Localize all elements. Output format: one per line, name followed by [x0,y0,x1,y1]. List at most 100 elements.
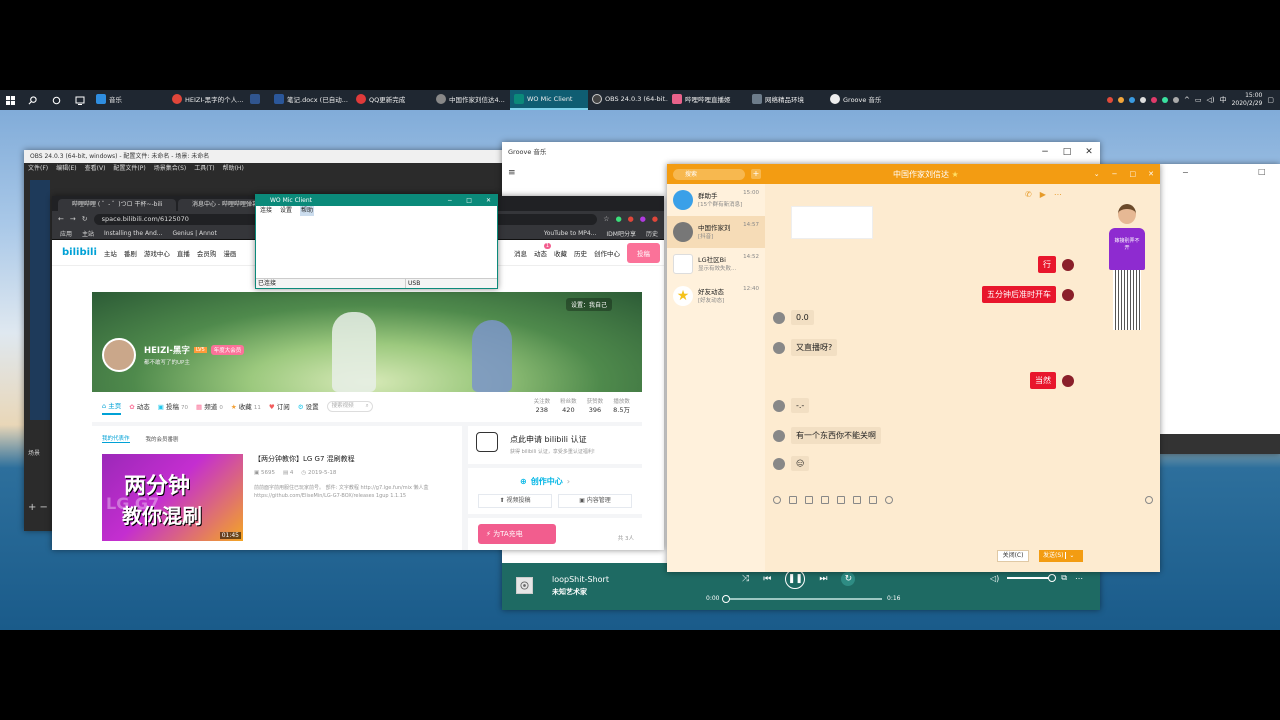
network-icon[interactable]: ▭ [1195,96,1202,104]
screenshot-icon[interactable] [837,496,845,504]
forward-icon[interactable]: → [70,215,76,223]
nav-favorites[interactable]: 收藏 [554,248,567,258]
more-options-icon[interactable]: ⋯ [1075,574,1083,583]
creator-center-link[interactable]: ⊕ 创作中心 › [520,476,570,487]
stat-following[interactable]: 关注数 238 [534,398,551,414]
content-manage-button[interactable]: ▣ 内容管理 [558,494,632,508]
close-button[interactable]: ✕ [1078,142,1100,162]
bookmark-youtube-mp4[interactable]: YouTube to MP4... [544,230,597,237]
minimize-button[interactable]: − [1182,168,1189,177]
task-view-button[interactable] [68,90,92,110]
chevron-down-icon[interactable]: ⌄ [1094,170,1100,178]
extension-icon[interactable]: ● [640,215,646,223]
tray-app-icon[interactable] [1139,97,1146,103]
obs-menu-tools[interactable]: 工具(T) [194,163,214,175]
taskbar-app-obs[interactable]: OBS 24.0.3 (64-bit... [588,90,668,110]
bookmark-star-icon[interactable]: ☆ [603,215,609,223]
bookmark-genius[interactable]: Genius | Annot [172,230,216,237]
video-thumbnail[interactable]: LG G7 两分钟 教你混刷 01:45 [102,454,243,541]
emoji-icon[interactable] [773,496,781,504]
tab-home[interactable]: ⌂ 主页 [102,397,122,415]
nav-main[interactable]: 主站 [104,248,117,258]
tab-channels[interactable]: ▦ 频道 0 [196,401,223,411]
previous-icon[interactable]: ⏮ [763,574,771,584]
back-icon[interactable]: ← [58,215,64,223]
taskbar-app-chrome[interactable]: HEIZI-黑字的个人... [168,90,246,110]
video-title[interactable]: 【两分钟教你】LG G7 混刷教程 [254,454,355,464]
clock[interactable]: 15:00 2020/2/29 [1232,92,1263,108]
maximize-button[interactable]: □ [466,195,472,206]
taskbar-app-womic[interactable]: WO Mic Client [510,90,588,110]
avatar[interactable] [102,338,136,372]
taskbar-app-photoshop[interactable] [246,90,270,110]
phone-icon[interactable]: ✆ [1025,190,1032,199]
chevron-down-icon[interactable]: ⌄ [1065,552,1075,559]
taskbar-app-groove[interactable]: Groove 音乐 [826,90,904,110]
chat-scrollbar[interactable] [1085,188,1089,488]
shuffle-icon[interactable]: ⤨ [742,574,749,584]
banner-settings-button[interactable]: 设置：我自己 [565,298,612,311]
maximize-button[interactable]: □ [1130,170,1137,178]
more-options-icon[interactable]: ⋯ [1054,190,1062,199]
chat-title[interactable]: 中国作家刘信达 ★ [893,169,959,180]
bookmark-installing[interactable]: Installing the And... [104,230,162,237]
nav-creator-center[interactable]: 创作中心 [594,248,620,258]
obs-preview[interactable] [30,180,50,420]
list-item[interactable]: LG社区Bi 显示有效失败... 14:52 [667,248,765,280]
close-chat-button[interactable]: 关闭(C) [997,550,1029,562]
message-input[interactable] [767,508,1087,542]
volume-slider[interactable] [1007,574,1057,582]
list-item[interactable]: 中国作家刘 [抖音] 14:57 [667,216,765,248]
nav-messages[interactable]: 消息 [514,248,527,258]
more-tools-icon[interactable] [885,496,893,504]
track-title[interactable]: loopShit-Short [552,575,609,584]
tab-favorites[interactable]: ★ 收藏 11 [231,401,261,411]
nav-live[interactable]: 直播 [177,248,190,258]
contact-search-input[interactable]: 搜索 [673,168,745,180]
video-search-input[interactable]: 搜索视频 ⌕ [326,400,373,412]
avatar[interactable] [1062,374,1074,387]
scissors-icon[interactable] [805,496,813,504]
taskbar-app-bili-live[interactable]: 哔哩哔哩直播姬 [668,90,748,110]
bookmark-history[interactable]: 历史 [646,229,664,238]
avatar[interactable] [1062,258,1074,271]
tray-app-icon[interactable] [1106,97,1113,103]
notification-icon[interactable]: ▢ [1267,96,1274,104]
tab-uploads[interactable]: ▣ 投稿 70 [158,401,188,411]
video-upload-button[interactable]: ⬆ 视频投稿 [478,494,552,508]
album-art[interactable] [516,577,533,594]
input-language[interactable]: 中 [1220,95,1227,105]
tray-app-icon[interactable] [1161,97,1168,103]
taskbar-app-qq-chat[interactable]: 中国作家刘信达4... [432,90,510,110]
video-call-icon[interactable]: ▶ [1040,190,1046,199]
taskbar-app-word[interactable]: 笔记.docx (已自动... [270,90,352,110]
obs-menu-help[interactable]: 帮助(H) [223,163,244,175]
tray-app-icon[interactable] [1150,97,1157,103]
womic-menu-help[interactable]: 帮助 [300,206,315,216]
repeat-icon[interactable]: ↻ [841,572,856,586]
reload-icon[interactable]: ↻ [82,215,88,223]
search-icon[interactable]: ⌕ [366,402,369,411]
avatar[interactable] [773,341,785,354]
bookmark-main[interactable]: 主站 [82,229,94,238]
avatar[interactable] [773,429,785,442]
extension-icon[interactable]: ● [652,215,658,223]
speaker-icon[interactable]: ◁) [1206,96,1214,104]
maximize-button[interactable]: □ [1258,167,1266,176]
nav-history[interactable]: 历史 [574,248,587,258]
minimize-button[interactable]: − [447,195,452,206]
volume-icon[interactable]: ◁) [990,574,999,583]
tab-settings[interactable]: ⚙ 设置 [298,401,319,411]
add-icon[interactable]: + [751,169,761,179]
cortana-button[interactable] [44,90,68,110]
obs-menu-edit[interactable]: 编辑(E) [56,163,76,175]
list-item[interactable]: 群助手 [15个群有新消息] 15:00 [667,184,765,216]
profile-signature[interactable]: 都不敢写了的UP主 [144,358,190,366]
avatar[interactable] [773,457,785,470]
next-icon[interactable]: ⏭ [819,574,827,584]
tab-member-bangumi[interactable]: 我的会员番剧 [146,435,179,443]
nav-member-shop[interactable]: 会员购 [197,248,217,258]
nav-manga[interactable]: 漫画 [223,248,236,258]
seek-thumb[interactable] [722,595,730,603]
close-button[interactable]: ✕ [486,195,491,206]
